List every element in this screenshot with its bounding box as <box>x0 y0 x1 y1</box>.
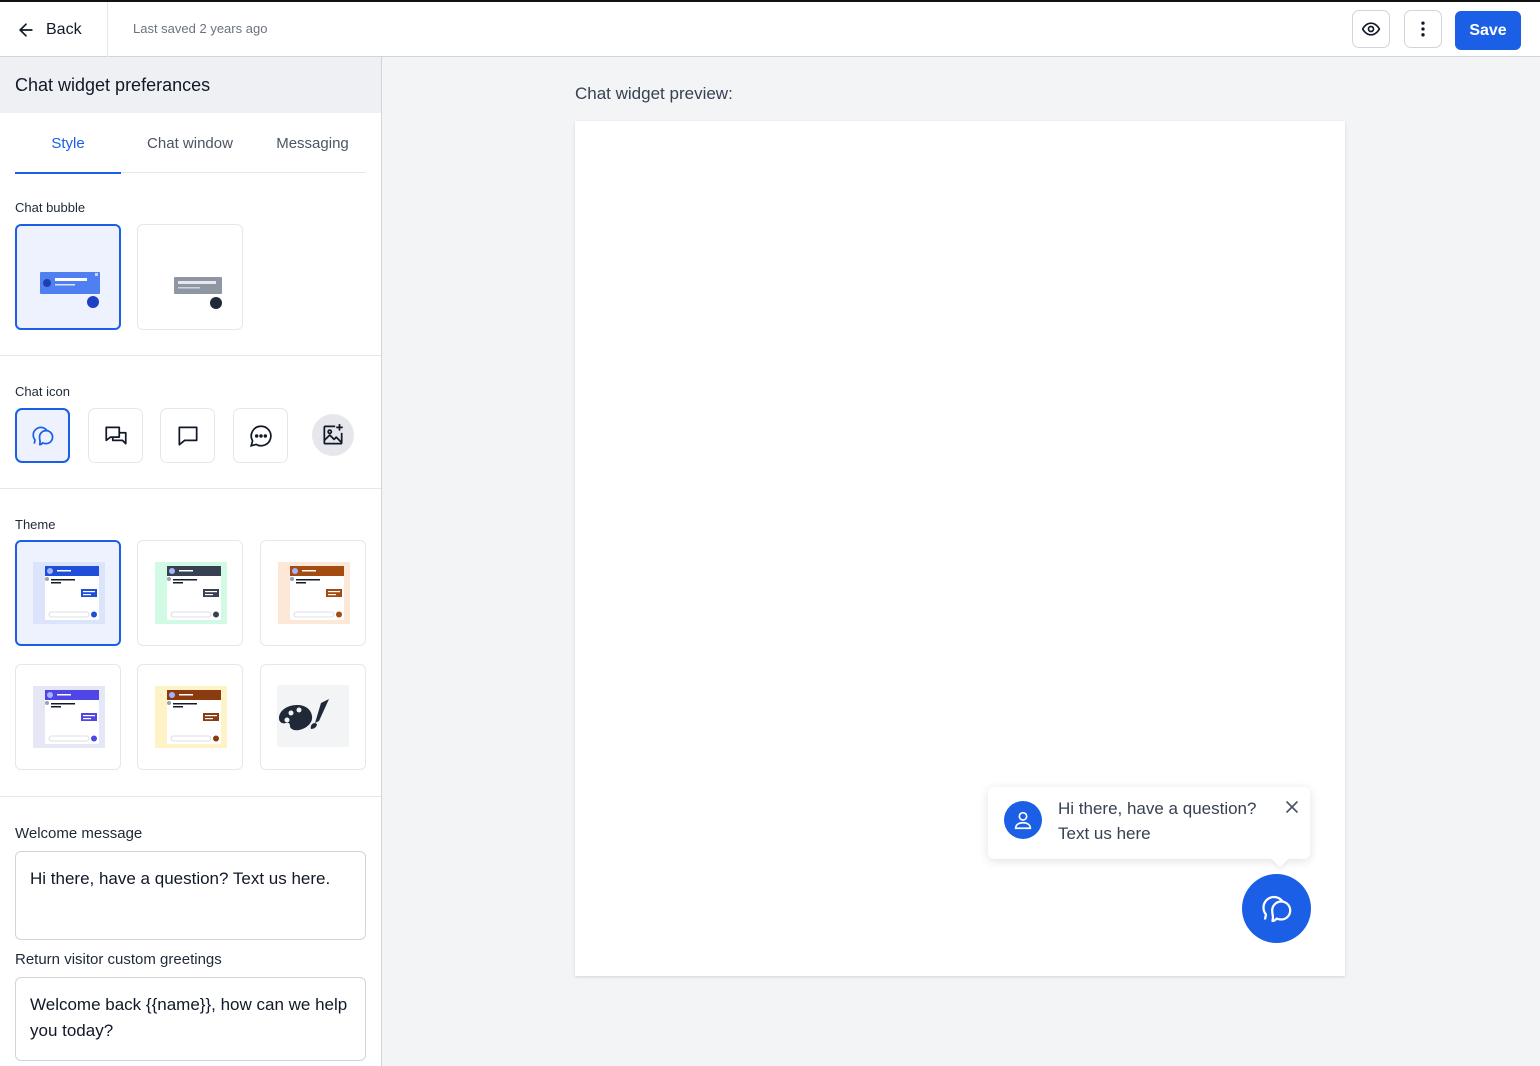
chat-icon-label: Chat icon <box>15 384 70 399</box>
welcome-popup: Hi there, have a question? Text us here <box>988 787 1310 859</box>
chat-bubbles-outline-icon <box>1261 895 1291 922</box>
theme-mint-thumbnail <box>155 562 227 624</box>
user-icon <box>1014 811 1032 830</box>
chat-icon-option-1[interactable] <box>15 408 70 463</box>
theme-mint-option[interactable] <box>137 540 243 646</box>
chat-icon-option-4[interactable] <box>233 408 288 463</box>
tab-chat-window[interactable]: Chat window <box>121 113 259 173</box>
chat-bubble-label: Chat bubble <box>15 200 86 215</box>
bubble-style-blue-option[interactable] <box>15 224 121 330</box>
welcome-message-input[interactable]: Hi there, have a question? Text us here. <box>15 851 366 940</box>
theme-blue-option[interactable] <box>15 540 121 646</box>
chat-square-icon <box>177 425 198 446</box>
section-divider <box>0 796 381 797</box>
theme-peach-thumbnail <box>278 562 350 624</box>
arrow-left-icon <box>19 22 33 37</box>
section-divider <box>0 355 381 356</box>
custom-icon-upload-button[interactable] <box>312 414 354 456</box>
tab-messaging[interactable]: Messaging <box>259 113 366 173</box>
eye-icon <box>1361 22 1381 36</box>
chat-launcher-button[interactable] <box>1242 874 1311 943</box>
bubble-style-gray-option[interactable] <box>137 224 243 330</box>
return-greeting-label: Return visitor custom greetings <box>15 951 222 968</box>
last-saved-status: Last saved 2 years ago <box>133 21 268 36</box>
welcome-message-label: Welcome message <box>15 825 143 842</box>
theme-yellow-thumbnail <box>155 686 227 748</box>
theme-custom-option[interactable] <box>260 664 366 770</box>
back-button[interactable]: Back <box>0 2 108 57</box>
chat-dots-icon <box>249 424 272 447</box>
bubble-style-gray-thumbnail <box>174 277 222 309</box>
theme-blue-thumbnail <box>33 562 105 624</box>
chat-icon-option-3[interactable] <box>160 408 215 463</box>
popup-message-line1: Hi there, have a question? <box>1058 799 1257 818</box>
theme-purple-option[interactable] <box>15 664 121 770</box>
theme-label: Theme <box>15 517 56 532</box>
palette-icon <box>277 685 349 747</box>
more-options-button[interactable] <box>1404 10 1442 48</box>
popup-message: Hi there, have a question? Text us here <box>1058 796 1278 846</box>
avatar <box>1004 801 1042 839</box>
chat-conversation-icon <box>104 425 127 444</box>
save-button[interactable]: Save <box>1455 11 1521 50</box>
top-bar: Back Last saved 2 years ago Save <box>0 0 1540 57</box>
section-divider <box>0 488 381 489</box>
chat-bubbles-outline-icon <box>31 426 53 446</box>
return-greeting-input[interactable]: Welcome back {{name}}, how can we help y… <box>15 977 366 1061</box>
close-icon[interactable] <box>1282 797 1302 817</box>
image-add-icon <box>323 424 343 445</box>
theme-purple-thumbnail <box>33 686 105 748</box>
vertical-dots-icon <box>1421 21 1425 37</box>
tab-style[interactable]: Style <box>15 113 121 174</box>
popup-message-line2: Text us here <box>1058 824 1151 843</box>
preferences-sidebar: Chat widget preferances Style Chat windo… <box>0 57 382 1066</box>
widget-preview-canvas: Hi there, have a question? Text us here <box>575 121 1345 976</box>
theme-yellow-option[interactable] <box>137 664 243 770</box>
chat-icon-option-2[interactable] <box>88 408 143 463</box>
bubble-style-blue-thumbnail <box>40 272 100 308</box>
preview-title: Chat widget preview: <box>575 84 733 103</box>
tab-bar: Style Chat window Messaging <box>15 113 366 174</box>
preview-button[interactable] <box>1352 10 1390 48</box>
back-label: Back <box>46 20 82 38</box>
sidebar-title: Chat widget preferances <box>0 57 381 113</box>
theme-peach-option[interactable] <box>260 540 366 646</box>
